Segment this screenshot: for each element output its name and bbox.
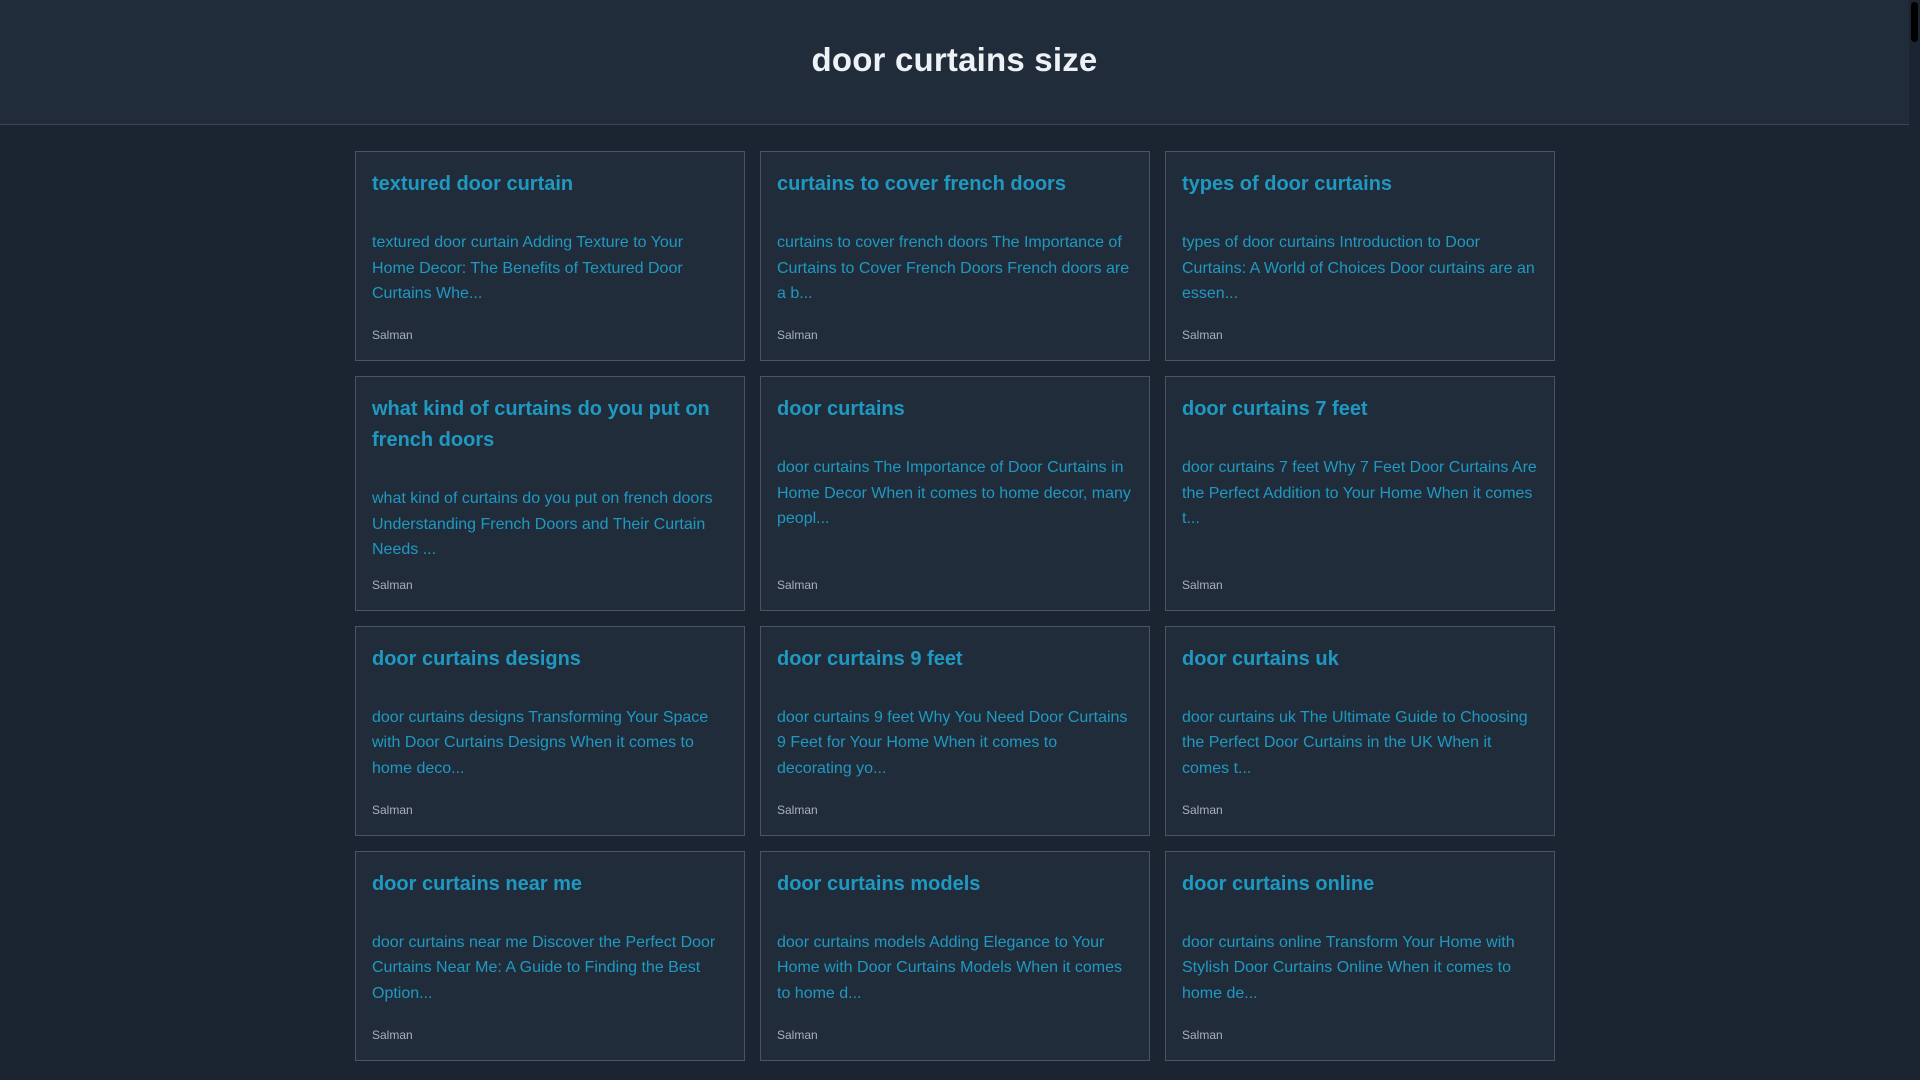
post-excerpt-link[interactable]: door curtains 7 feet Why 7 Feet Door Cur… (1182, 455, 1538, 532)
post-excerpt-link[interactable]: what kind of curtains do you put on fren… (372, 486, 728, 563)
post-card: door curtains near me door curtains near… (355, 850, 745, 1061)
post-excerpt-link[interactable]: door curtains online Transform Your Home… (1182, 930, 1538, 1007)
post-card: door curtains models door curtains model… (760, 850, 1150, 1061)
page-title: door curtains size (811, 41, 1098, 78)
post-title-link[interactable]: types of door curtains (1182, 169, 1538, 200)
post-title-link[interactable]: curtains to cover french doors (777, 169, 1133, 200)
post-author: Salman (372, 802, 413, 817)
post-excerpt-link[interactable]: door curtains designs Transforming Your … (372, 705, 728, 782)
post-author: Salman (372, 577, 413, 592)
post-author: Salman (777, 802, 818, 817)
post-title-link[interactable]: door curtains uk (1182, 644, 1538, 675)
post-title-link[interactable]: door curtains designs (372, 644, 728, 675)
post-excerpt-link[interactable]: door curtains near me Discover the Perfe… (372, 930, 728, 1007)
post-card: types of door curtains types of door cur… (1165, 151, 1555, 361)
vertical-scrollbar[interactable] (1909, 0, 1920, 1080)
post-card: door curtains designs door curtains desi… (355, 625, 745, 836)
post-author: Salman (777, 1027, 818, 1042)
post-title-link[interactable]: door curtains 9 feet (777, 644, 1133, 675)
post-author: Salman (1182, 1027, 1223, 1042)
post-title-link[interactable]: door curtains (777, 394, 1133, 425)
post-excerpt-link[interactable]: door curtains models Adding Elegance to … (777, 930, 1133, 1007)
post-card: door curtains online door curtains onlin… (1165, 850, 1555, 1061)
post-card: door curtains uk door curtains uk The Ul… (1165, 625, 1555, 836)
post-excerpt-link[interactable]: door curtains uk The Ultimate Guide to C… (1182, 705, 1538, 782)
post-title-link[interactable]: door curtains online (1182, 869, 1538, 900)
post-card: door curtains 7 feet door curtains 7 fee… (1165, 376, 1555, 611)
page: door curtains size textured door curtain… (0, 0, 1909, 1080)
post-author: Salman (777, 328, 818, 342)
site-header: door curtains size (0, 0, 1909, 125)
post-excerpt-link[interactable]: door curtains The Importance of Door Cur… (777, 455, 1133, 532)
post-author: Salman (1182, 328, 1223, 342)
post-excerpt-link[interactable]: door curtains 9 feet Why You Need Door C… (777, 705, 1133, 782)
post-card: curtains to cover french doors curtains … (760, 151, 1150, 361)
post-excerpt-link[interactable]: curtains to cover french doors The Impor… (777, 230, 1133, 307)
scrollbar-thumb[interactable] (1911, 2, 1918, 42)
browser-viewport: door curtains size textured door curtain… (0, 0, 1920, 1080)
post-author: Salman (1182, 577, 1223, 592)
post-author: Salman (372, 1027, 413, 1042)
post-author: Salman (372, 328, 413, 342)
post-author: Salman (777, 577, 818, 592)
post-excerpt-link[interactable]: types of door curtains Introduction to D… (1182, 230, 1538, 307)
post-card: what kind of curtains do you put on fren… (355, 376, 745, 611)
post-grid: textured door curtain textured door curt… (355, 151, 1555, 1061)
post-title-link[interactable]: textured door curtain (372, 169, 728, 200)
post-excerpt-link[interactable]: textured door curtain Adding Texture to … (372, 230, 728, 307)
post-card: textured door curtain textured door curt… (355, 151, 745, 361)
post-card: door curtains door curtains The Importan… (760, 376, 1150, 611)
post-title-link[interactable]: door curtains near me (372, 869, 728, 900)
post-author: Salman (1182, 802, 1223, 817)
post-title-link[interactable]: door curtains 7 feet (1182, 394, 1538, 425)
post-card: door curtains 9 feet door curtains 9 fee… (760, 625, 1150, 836)
post-title-link[interactable]: what kind of curtains do you put on fren… (372, 394, 728, 456)
post-title-link[interactable]: door curtains models (777, 869, 1133, 900)
